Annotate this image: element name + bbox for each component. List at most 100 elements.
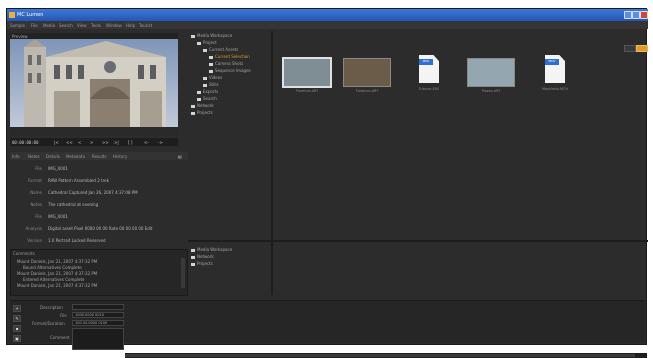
tab-notes[interactable]: Notes — [28, 154, 40, 159]
rewind-button[interactable]: << — [66, 140, 73, 145]
go-start-button[interactable]: |< — [54, 140, 59, 145]
menu-tools[interactable]: Tools — [91, 23, 101, 28]
comment-line: Mount Daniels, Jan 21, 2007 4:37:32 PM — [17, 259, 98, 264]
go-end-button[interactable]: >| — [114, 140, 119, 145]
scrollbar-thumb[interactable] — [125, 354, 635, 357]
tree-item[interactable]: Current Assets — [203, 47, 238, 52]
comment-field[interactable] — [72, 328, 124, 350]
thumbnail-item[interactable]: Florence.ART — [282, 57, 332, 95]
thumbnail-caption: Piazza.ART — [481, 89, 501, 93]
tree-item-selected[interactable]: Current Selection — [209, 54, 250, 59]
pane-splitter[interactable] — [188, 240, 648, 242]
thumbnail-caption: Florence.ART — [355, 89, 379, 93]
minimize-button[interactable] — [624, 11, 632, 19]
panel-menu-icon[interactable]: ▤ — [178, 154, 182, 159]
folder-icon — [197, 90, 201, 94]
comments-scrollbar[interactable] — [181, 258, 185, 288]
tab-details[interactable]: Details — [46, 154, 60, 159]
metadata-row: Notes The cathedral at evening — [30, 202, 99, 207]
folder-icon — [191, 248, 195, 252]
folder-icon — [203, 83, 207, 87]
edit-icon[interactable]: ✎ — [13, 315, 21, 322]
tab-history[interactable]: History — [113, 154, 127, 159]
description-label: Description — [40, 305, 63, 310]
timecode: 00:00:00:00 — [12, 140, 39, 145]
tab-results[interactable]: Results — [92, 154, 106, 159]
tree-item[interactable]: Projects — [191, 261, 213, 266]
comment-line: Mount Daniels, Jan 21, 2007 4:37:32 PM — [17, 271, 98, 276]
metadata-row: File IMG_0001 — [35, 166, 68, 171]
app-window: MC Lumen Sample File Media Search View T… — [6, 8, 648, 358]
tree-item[interactable]: Project — [197, 40, 217, 45]
tree-item[interactable]: Stills — [203, 82, 219, 87]
horizontal-scrollbar[interactable] — [125, 353, 647, 358]
thumbnail-item[interactable]: Florence.ART — [342, 57, 392, 95]
delete-icon[interactable]: ▪ — [13, 325, 21, 332]
menu-bar: Sample File Media Search View Tools Wind… — [7, 21, 648, 29]
close-button[interactable] — [640, 11, 648, 19]
menu-window[interactable]: Window — [106, 23, 122, 28]
thumbnail-item[interactable]: Piazza.ART — [466, 57, 516, 95]
tree-item[interactable]: Camera Shots — [209, 61, 243, 66]
format-label: Format/Duration — [32, 321, 65, 326]
tree-item[interactable]: Exports — [197, 89, 218, 94]
tab-metadata[interactable]: Metadata — [66, 154, 85, 159]
menu-sample[interactable]: Sample — [10, 23, 25, 28]
metadata-row: Name Cathedral Captured Jan 26, 2007 4:3… — [30, 190, 138, 195]
vertical-splitter[interactable] — [271, 31, 273, 295]
tree-item[interactable]: Videos — [203, 75, 222, 80]
thumbnail-image — [343, 58, 391, 87]
tree-item[interactable]: Sequence Images — [209, 68, 251, 73]
globe-icon — [191, 262, 195, 266]
mark-in-button[interactable]: <- — [144, 140, 149, 145]
play-button[interactable]: > — [90, 140, 93, 145]
info-tabs: Info Notes Details Metadata Results Hist… — [10, 152, 188, 160]
add-icon[interactable]: + — [13, 305, 21, 312]
loop-button[interactable]: [ ] — [128, 140, 132, 145]
folder-icon — [209, 69, 213, 73]
thumbnail-view-button[interactable] — [636, 45, 648, 52]
folder-icon — [191, 34, 195, 38]
list-view-button[interactable] — [624, 45, 636, 52]
tree-item[interactable]: Network — [191, 103, 214, 108]
folder-icon — [203, 76, 207, 80]
bottom-panel: + ✎ ▪ ▣ Description File 1000.0000 0010 … — [10, 300, 647, 358]
comments-panel: Comments Mount Daniels, Jan 21, 2007 4:3… — [10, 249, 188, 296]
maximize-button[interactable] — [632, 11, 640, 19]
tree-item[interactable]: Search — [197, 96, 217, 101]
menu-media[interactable]: Media — [43, 23, 55, 28]
preview-image[interactable] — [10, 39, 178, 136]
menu-file[interactable]: File — [31, 23, 38, 28]
thumbnail-caption: Florence.ART — [295, 89, 319, 93]
settings-icon[interactable]: ▣ — [13, 335, 21, 342]
menu-help[interactable]: Help — [126, 23, 135, 28]
preview-pane: Preview — [10, 33, 178, 136]
format-field[interactable]: 100 00.0000 0100 — [72, 320, 124, 326]
folder-icon — [209, 55, 213, 59]
metadata-row: Format RAW Pattern Assembled 2 trek — [27, 178, 109, 183]
description-field[interactable] — [72, 304, 124, 310]
menu-search[interactable]: Search — [59, 23, 73, 28]
network-icon — [191, 255, 195, 259]
file-field[interactable]: 1000.0000 0010 — [72, 312, 124, 318]
window-title: MC Lumen — [17, 12, 44, 18]
fast-forward-button[interactable]: >> — [102, 140, 109, 145]
title-bar[interactable]: MC Lumen — [7, 9, 648, 21]
tree-item[interactable]: Media Workspace — [191, 247, 232, 252]
network-icon — [191, 104, 195, 108]
thumbnail-grid: Florence.ART Florence.ART MPG Tribune.EX… — [274, 31, 648, 239]
tab-info[interactable]: Info — [12, 154, 20, 159]
tree-item[interactable]: Projects — [191, 110, 213, 115]
playback-controls: 00:00:00:00 |< << < > >> >| [ ] <- -> — [10, 138, 178, 146]
tree-item[interactable]: Network — [191, 254, 214, 259]
metadata-row: Version 1.0 Portrait Locked Reserved — [27, 238, 106, 243]
mark-out-button[interactable]: -> — [158, 140, 163, 145]
tree-item[interactable]: Media Workspace — [191, 33, 232, 38]
thumbnail-item[interactable]: MOV Manifesto.MOV — [530, 55, 580, 93]
step-back-button[interactable]: < — [78, 140, 81, 145]
menu-view[interactable]: View — [77, 23, 87, 28]
thumbnail-item[interactable]: MPG Tribune.EXE — [404, 55, 454, 93]
metadata-panel: File IMG_0001 Format RAW Pattern Assembl… — [10, 162, 188, 246]
menu-tourist[interactable]: Tourist — [139, 23, 152, 28]
thumbnail-image — [282, 57, 332, 88]
